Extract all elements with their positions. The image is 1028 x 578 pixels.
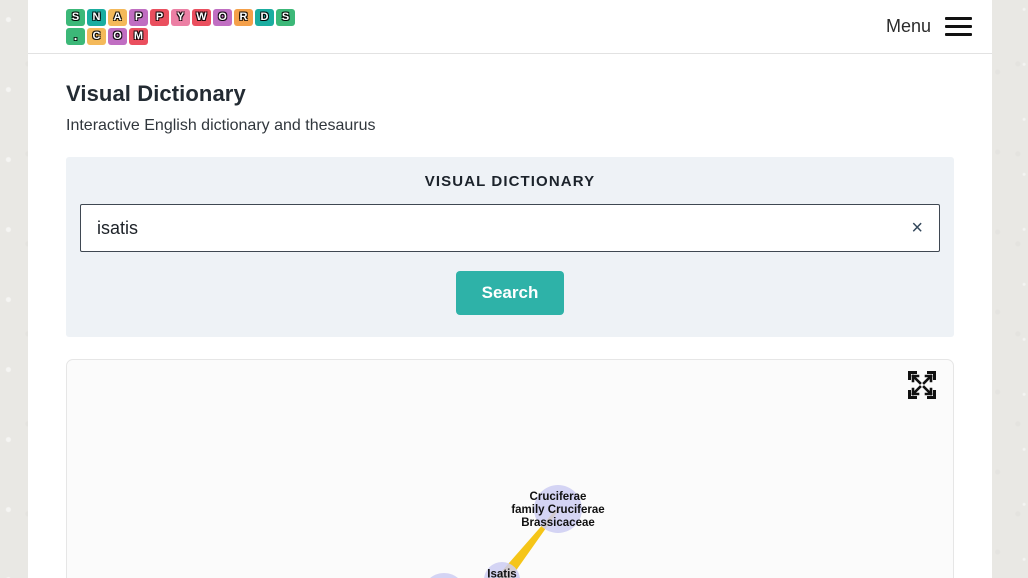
logo-row-top: SNAPPYWORDS: [66, 8, 295, 26]
logo-tile-d: D: [255, 8, 274, 26]
logo-tile-p: P: [150, 8, 169, 26]
logo-tile-dot: .: [66, 27, 85, 45]
menu-toggle[interactable]: Menu: [886, 16, 972, 37]
search-button[interactable]: Search: [455, 271, 565, 315]
site-header: SNAPPYWORDS .COM Menu: [28, 0, 992, 54]
hamburger-icon[interactable]: [945, 17, 972, 36]
logo-tile-r: R: [234, 8, 253, 26]
graph-node[interactable]: Isatisgenus Isatis: [469, 562, 535, 578]
hamburger-bar: [945, 32, 972, 36]
search-panel-heading: VISUAL DICTIONARY: [424, 173, 596, 190]
logo-tile-p: P: [129, 8, 148, 26]
site-logo[interactable]: SNAPPYWORDS .COM: [66, 8, 295, 45]
logo-tile-m: M: [129, 27, 148, 45]
fullscreen-expand-icon[interactable]: [905, 368, 939, 402]
search-panel: VISUAL DICTIONARY × Search: [66, 157, 954, 337]
page-subtitle: Interactive English dictionary and thesa…: [66, 117, 376, 134]
graph-node[interactable]: [422, 573, 466, 578]
logo-tile-s: S: [276, 8, 295, 26]
graph-node-label: Brassicaceae: [521, 517, 595, 529]
search-button-wrap: Search: [80, 271, 940, 315]
page-title: Visual Dictionary: [66, 81, 246, 106]
logo-tile-o: O: [108, 27, 127, 45]
menu-label: Menu: [885, 16, 931, 36]
logo-tile-o: O: [213, 8, 232, 26]
search-field-row[interactable]: ×: [80, 204, 940, 252]
page-content: SNAPPYWORDS .COM Menu Visual Dictionary …: [28, 0, 992, 578]
clear-search-icon[interactable]: ×: [905, 216, 929, 240]
graph-visualization-panel[interactable]: Cruciferae family Cruciferae Brassicaceae I…: [66, 359, 954, 578]
graph-node-label: Isatis: [487, 569, 516, 578]
hamburger-bar: [945, 17, 972, 21]
logo-tile-y: Y: [171, 8, 190, 26]
logo-tile-n: N: [87, 8, 106, 26]
logo-tile-c: C: [87, 27, 106, 45]
graph-node-circle[interactable]: [422, 573, 466, 578]
graph-node-label: Cruciferae: [530, 491, 587, 503]
logo-tile-w: W: [192, 8, 211, 26]
search-input[interactable]: [81, 205, 939, 251]
graph-canvas[interactable]: Cruciferaefamily CruciferaeBrassicaceae I…: [67, 360, 953, 578]
graph-node[interactable]: Cruciferaefamily CruciferaeBrassicaceae: [511, 485, 605, 533]
hamburger-bar: [945, 24, 972, 29]
graph-node-label: family Cruciferae: [511, 504, 604, 516]
logo-tile-s: S: [66, 8, 85, 26]
logo-tile-a: A: [108, 8, 127, 26]
logo-row-bottom: .COM: [66, 27, 295, 45]
